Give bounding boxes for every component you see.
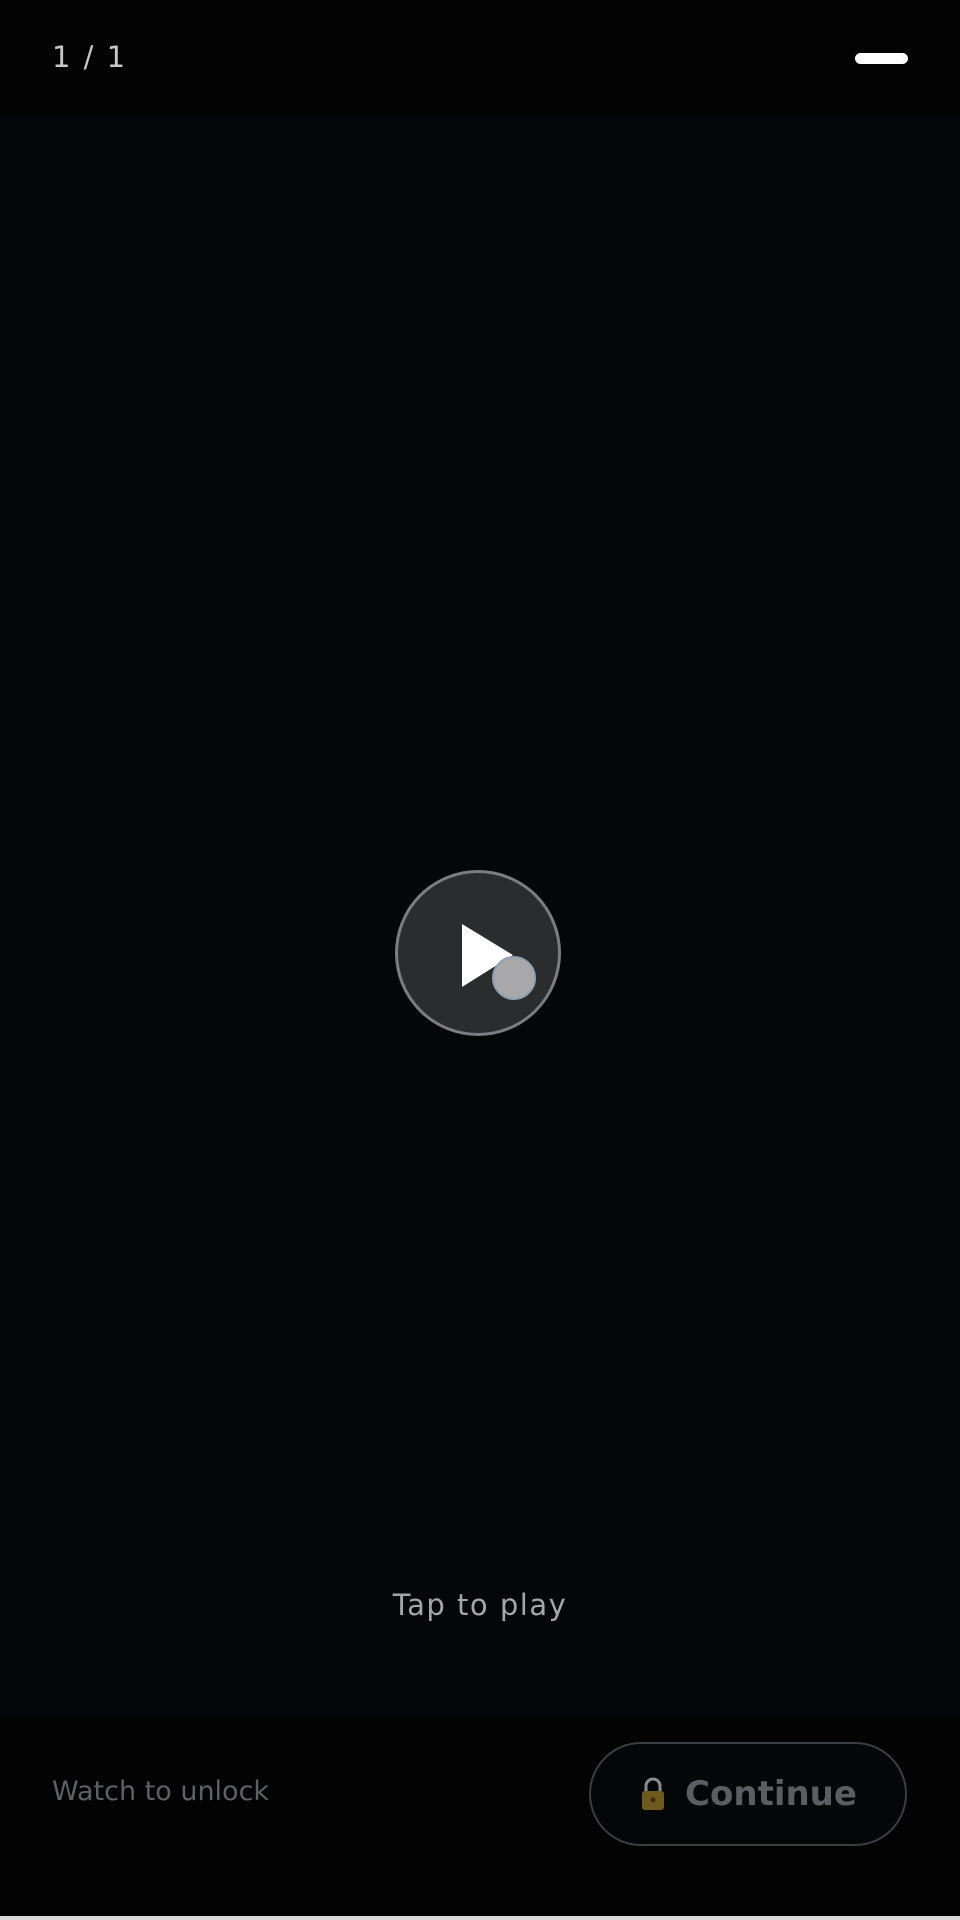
play-icon (462, 924, 513, 987)
play-button[interactable] (395, 870, 561, 1036)
top-bar: 1 / 1 (0, 0, 960, 116)
page-counter: 1 / 1 (52, 40, 128, 74)
watch-to-unlock-label: Watch to unlock (52, 1776, 270, 1807)
continue-button[interactable]: Continue (589, 1742, 907, 1846)
tap-to-play-label: Tap to play (392, 1588, 568, 1622)
touch-indicator (492, 956, 536, 1000)
continue-label: Continue (685, 1774, 857, 1814)
bottom-edge (0, 1916, 960, 1920)
lock-icon (639, 1776, 667, 1812)
story-screen: 1 / 1 Tap to play Watch to unlock Contin… (0, 0, 960, 1920)
progress-indicator (855, 53, 908, 64)
